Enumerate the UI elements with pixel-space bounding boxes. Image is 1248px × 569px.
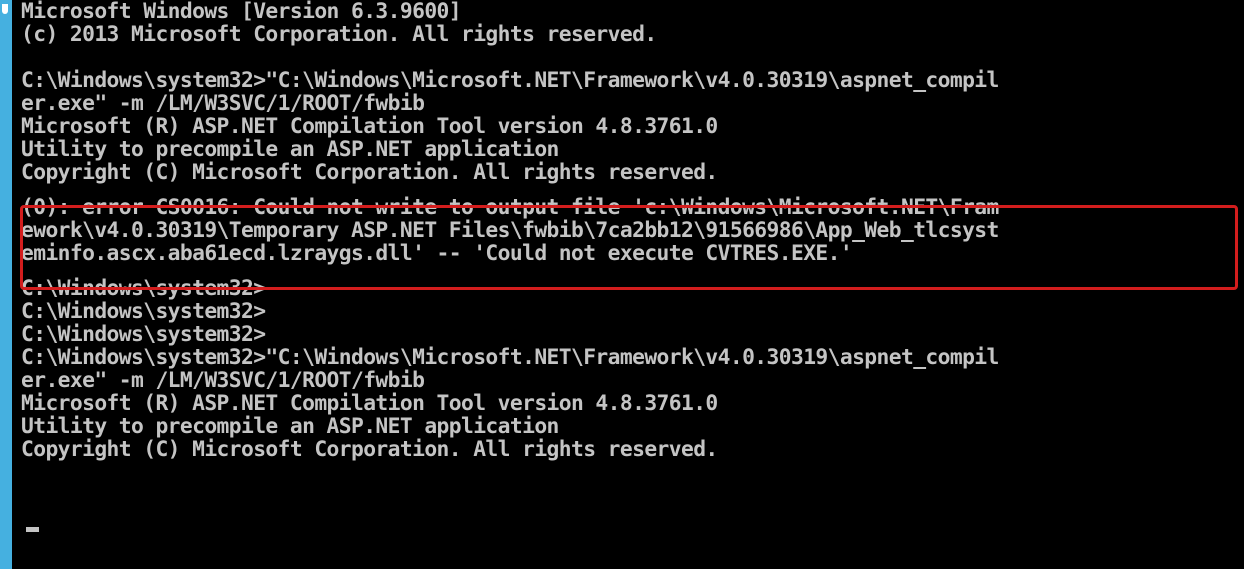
console-line-command: C:\Windows\system32>"C:\Windows\Microsof… bbox=[21, 345, 999, 370]
console-line-utility: Utility to precompile an ASP.NET applica… bbox=[21, 137, 559, 162]
window-left-accent bbox=[0, 0, 12, 569]
console-line-version: Microsoft Windows [Version 6.3.9600] bbox=[21, 0, 462, 24]
console-line-prompt: C:\Windows\system32> bbox=[21, 322, 266, 347]
console-line-error: (0): error CS0016: Could not write to ou… bbox=[21, 195, 999, 220]
window-right-edge bbox=[1244, 0, 1248, 569]
console-line-prompt: C:\Windows\system32> bbox=[21, 299, 266, 324]
console-line-prompt: C:\Windows\system32> bbox=[21, 276, 266, 301]
console-line-command-cont: er.exe" -m /LM/W3SVC/1/ROOT/fwbib bbox=[21, 368, 425, 393]
console-line-command-cont: er.exe" -m /LM/W3SVC/1/ROOT/fwbib bbox=[21, 91, 425, 116]
command-prompt-console[interactable]: Microsoft Windows [Version 6.3.9600] (c) … bbox=[12, 0, 1244, 569]
console-line-error-cont: ework\v4.0.30319\Temporary ASP.NET Files… bbox=[21, 218, 999, 243]
console-line-tool-version: Microsoft (R) ASP.NET Compilation Tool v… bbox=[21, 114, 718, 139]
console-line-utility: Utility to precompile an ASP.NET applica… bbox=[21, 414, 559, 439]
console-line-error-end: eminfo.ascx.aba61ecd.lzraygs.dll' -- 'Co… bbox=[21, 241, 853, 266]
console-line-tool-version: Microsoft (R) ASP.NET Compilation Tool v… bbox=[21, 391, 718, 416]
console-line-command: C:\Windows\system32>"C:\Windows\Microsof… bbox=[21, 68, 999, 93]
console-line-tool-copyright: Copyright (C) Microsoft Corporation. All… bbox=[21, 437, 718, 462]
console-output: Microsoft Windows [Version 6.3.9600] (c) … bbox=[21, 0, 999, 461]
console-line-copyright: (c) 2013 Microsoft Corporation. All righ… bbox=[21, 22, 657, 47]
console-line-tool-copyright: Copyright (C) Microsoft Corporation. All… bbox=[21, 160, 718, 185]
screenshot-frame: Microsoft Windows [Version 6.3.9600] (c) … bbox=[0, 0, 1248, 569]
accent-notch bbox=[2, 4, 8, 14]
text-cursor bbox=[26, 527, 39, 532]
